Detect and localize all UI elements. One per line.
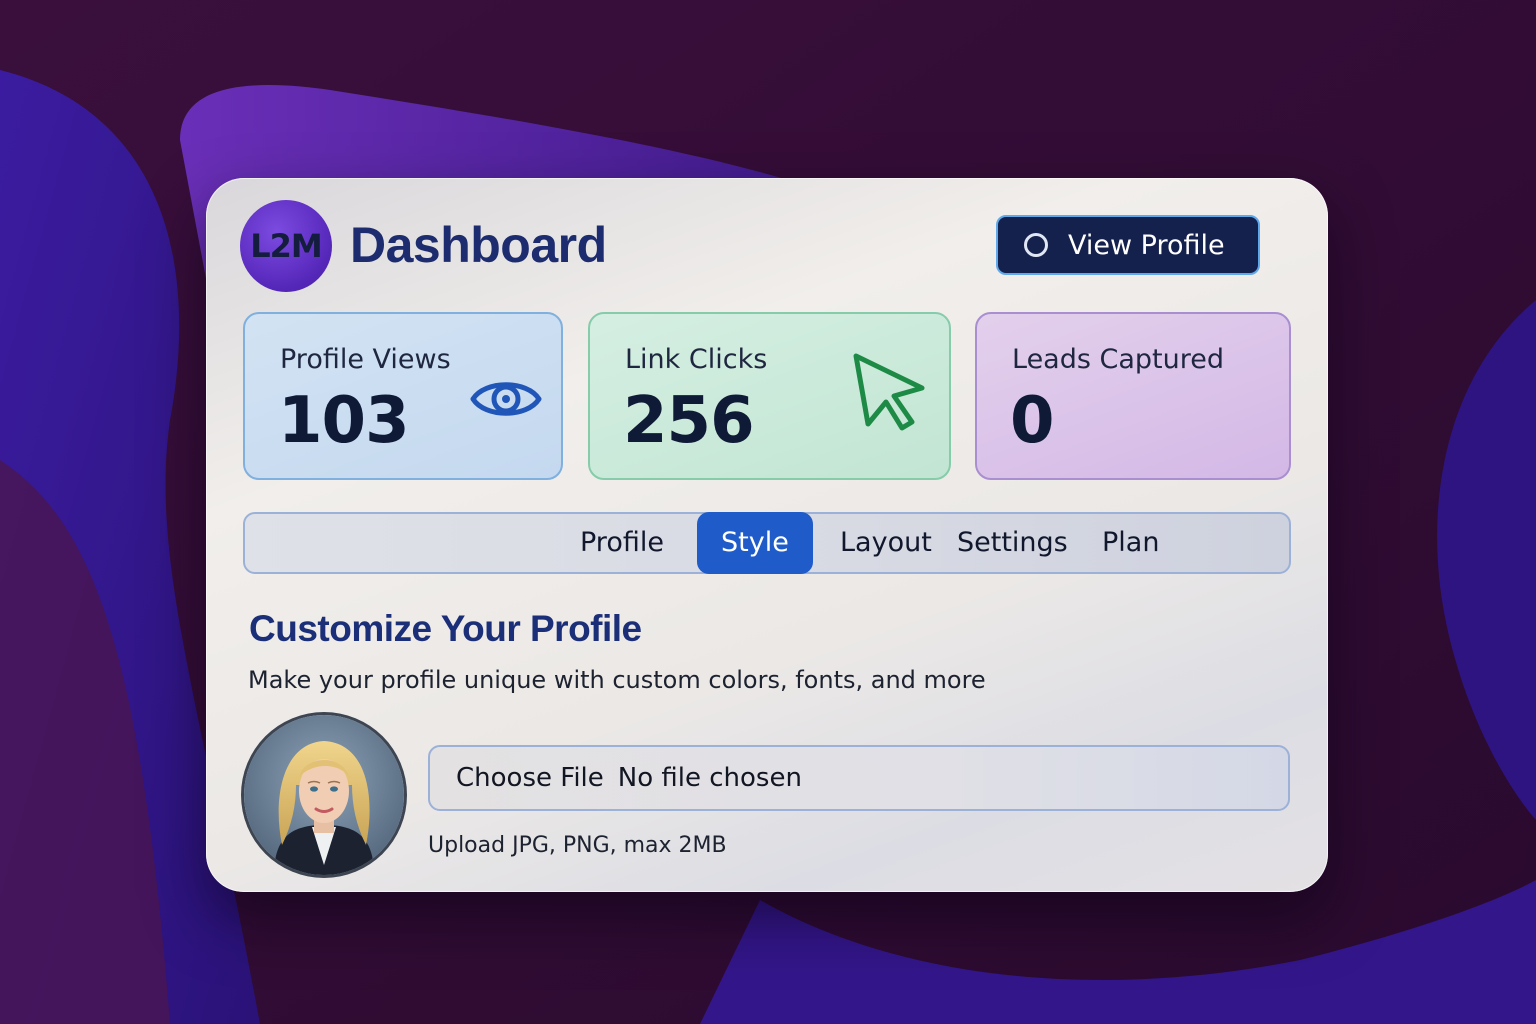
circle-icon	[1024, 233, 1048, 257]
dashboard-card: L2M Dashboard View Profile Profile Views…	[206, 178, 1328, 892]
upload-hint: Upload JPG, PNG, max 2MB	[428, 833, 727, 858]
tab-settings[interactable]: Settings	[957, 514, 1068, 572]
avatar[interactable]	[244, 715, 404, 875]
tab-layout[interactable]: Layout	[840, 514, 932, 572]
page-title: Dashboard	[350, 217, 607, 273]
stat-value: 103	[278, 384, 410, 458]
stat-card-profile-views: Profile Views 103	[243, 312, 563, 480]
stat-label: Link Clicks	[625, 344, 768, 375]
stat-value: 0	[1010, 384, 1055, 458]
choose-file-button[interactable]: Choose File	[456, 763, 604, 793]
tab-bar: Profile Style Layout Settings Plan	[243, 512, 1291, 574]
stat-card-leads-captured: Leads Captured 0	[975, 312, 1291, 480]
section-title: Customize Your Profile	[249, 608, 642, 649]
brand-logo: L2M	[240, 200, 332, 292]
tab-plan[interactable]: Plan	[1102, 514, 1159, 572]
view-profile-label: View Profile	[1068, 229, 1225, 261]
stat-value: 256	[623, 384, 755, 458]
cursor-arrow-icon	[853, 353, 925, 431]
view-profile-button[interactable]: View Profile	[996, 215, 1260, 275]
section-subtitle: Make your profile unique with custom col…	[248, 666, 986, 694]
stat-label: Profile Views	[280, 344, 451, 375]
stat-label: Leads Captured	[1012, 344, 1225, 375]
tab-profile[interactable]: Profile	[580, 514, 664, 572]
file-status: No file chosen	[617, 763, 802, 793]
file-upload-input[interactable]: Choose File No file chosen	[428, 745, 1290, 811]
eye-icon	[470, 382, 542, 416]
tab-style[interactable]: Style	[697, 512, 813, 574]
stat-card-link-clicks: Link Clicks 256	[588, 312, 951, 480]
